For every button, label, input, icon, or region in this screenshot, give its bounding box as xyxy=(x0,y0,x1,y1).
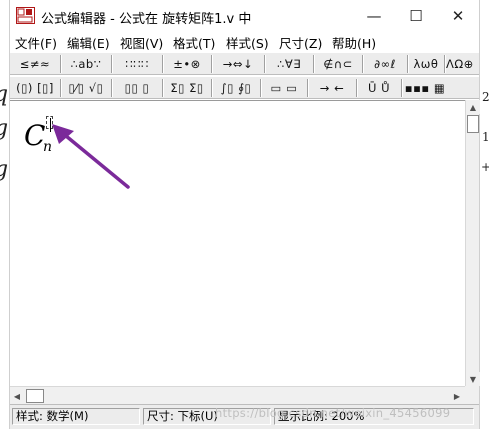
integral-templates-button[interactable]: ∫▯ ∮▯ xyxy=(215,78,257,98)
scroll-left-button[interactable]: ◀ xyxy=(10,389,24,403)
fence-templates-icon: (▯) [▯] xyxy=(16,81,54,95)
background-glyph: g xyxy=(0,157,8,182)
operators-palette-button[interactable]: ±•⊗ xyxy=(166,54,208,74)
vertical-scrollbar[interactable]: ▲ ▼ xyxy=(465,100,480,386)
title-bar[interactable]: 公式编辑器 - 公式在 旋转矩阵1.v 中 — ☐ ✕ xyxy=(10,0,479,31)
background-glyph: g xyxy=(0,116,8,141)
labeled-arrow-templates-button[interactable]: → ← xyxy=(311,78,353,98)
menu-bar: 文件(F) 编辑(E) 视图(V) 格式(T) 样式(S) 尺寸(Z) 帮助(H… xyxy=(10,31,479,51)
scroll-up-button[interactable]: ▲ xyxy=(466,100,480,114)
arrows-palette-button[interactable]: →⇔↓ xyxy=(215,54,261,74)
logic-icon: ∴∀∃ xyxy=(277,57,301,71)
spaces-ellipses-icon: ∴ab∵ xyxy=(70,57,102,71)
maximize-button[interactable]: ☐ xyxy=(395,0,437,31)
labeled-arrow-icon: → ← xyxy=(319,81,345,95)
arrows-icon: →⇔↓ xyxy=(222,57,254,71)
subscript-superscript-templates-button[interactable]: ▯▯ ▯ xyxy=(115,78,159,98)
horizontal-scrollbar[interactable]: ◀ ▶ xyxy=(10,386,465,404)
operators-icon: ±•⊗ xyxy=(173,57,201,71)
greek-lowercase-icon: λωθ xyxy=(413,57,439,71)
background-glyph: 2 xyxy=(482,90,489,104)
csdn-watermark: https://blog.csdn.net/weixin_45456099 xyxy=(215,406,451,420)
misc-symbols-palette-button[interactable]: ∂∞ℓ xyxy=(366,54,404,74)
menu-file[interactable]: 文件(F) xyxy=(15,33,57,52)
toolbar-divider xyxy=(307,79,309,97)
toolbar-divider xyxy=(356,79,358,97)
status-style: 样式: 数学(M) xyxy=(12,408,140,425)
relations-palette-button[interactable]: ≤≠≈ xyxy=(13,54,57,74)
products-set-templates-button[interactable]: Ū Ů xyxy=(360,78,398,98)
toolbar-divider xyxy=(60,79,62,97)
matrix-templates-button[interactable]: ▪▪▪ ▦ xyxy=(405,78,445,98)
toolbar-divider xyxy=(111,55,113,73)
misc-symbols-icon: ∂∞ℓ xyxy=(374,57,396,71)
toolbar-divider xyxy=(211,55,213,73)
background-glyph: q xyxy=(0,82,8,107)
products-set-icon: Ū Ů xyxy=(368,81,390,95)
embellishments-icon: ∷∷∷ xyxy=(125,57,149,71)
menu-help[interactable]: 帮助(H) xyxy=(332,33,376,52)
vertical-scroll-thumb[interactable] xyxy=(467,115,479,133)
scrollbar-corner xyxy=(465,386,479,404)
greek-upper-palette-button[interactable]: ΛΩ⊕ xyxy=(446,54,479,74)
fraction-radical-templates-button[interactable]: ▯⁄▯ √▯ xyxy=(64,78,108,98)
underbar-overbar-templates-button[interactable]: ▭ ▭ xyxy=(264,78,304,98)
menu-edit[interactable]: 编辑(E) xyxy=(67,33,110,52)
fraction-radical-icon: ▯⁄▯ √▯ xyxy=(68,81,104,95)
greek-lower-palette-button[interactable]: λωθ xyxy=(411,54,441,74)
symbol-palette-toolbar: ≤≠≈ ∴ab∵ ∷∷∷ ±•⊗ →⇔↓ ∴∀∃ ∉∩⊂ ∂∞ℓ λωθ ΛΩ⊕ xyxy=(10,52,479,75)
toolbar-divider xyxy=(162,55,164,73)
menu-style[interactable]: 样式(S) xyxy=(226,33,269,52)
minimize-button[interactable]: — xyxy=(353,0,395,31)
summation-icon: Σ▯ Σ▯ xyxy=(170,81,204,95)
scroll-down-button[interactable]: ▼ xyxy=(466,372,480,386)
menu-view[interactable]: 视图(V) xyxy=(120,33,163,52)
toolbar-divider xyxy=(264,55,266,73)
set-theory-icon: ∉∩⊂ xyxy=(323,57,353,71)
toolbar-divider xyxy=(401,79,403,97)
annotation-arrow-icon xyxy=(52,124,130,189)
close-button[interactable]: ✕ xyxy=(437,0,479,31)
equation-editor-window: 公式编辑器 - 公式在 旋转矩阵1.v 中 — ☐ ✕ 文件(F) 编辑(E) … xyxy=(9,0,480,429)
template-palette-toolbar: (▯) [▯] ▯⁄▯ √▯ ▯▯ ▯ Σ▯ Σ▯ ∫▯ ∮▯ ▭ ▭ → ← … xyxy=(10,76,479,99)
scroll-right-button[interactable]: ▶ xyxy=(450,389,464,403)
scroll-up-arrow-icon: ▲ xyxy=(469,102,477,112)
underbar-overbar-icon: ▭ ▭ xyxy=(270,81,298,95)
relations-icon: ≤≠≈ xyxy=(19,57,51,71)
minimize-icon: — xyxy=(366,6,382,25)
toolbar-divider xyxy=(211,79,213,97)
toolbar-divider xyxy=(313,55,315,73)
formula-editing-area[interactable]: C n xyxy=(10,100,465,386)
menu-size[interactable]: 尺寸(Z) xyxy=(279,33,322,52)
background-document-right: 2 1 + xyxy=(480,0,489,429)
fence-templates-button[interactable]: (▯) [▯] xyxy=(13,78,57,98)
set-theory-palette-button[interactable]: ∉∩⊂ xyxy=(317,54,359,74)
horizontal-scroll-thumb[interactable] xyxy=(26,389,44,403)
toolbar-divider xyxy=(111,79,113,97)
toolbar-divider xyxy=(407,55,409,73)
toolbar-divider xyxy=(260,79,262,97)
scroll-right-arrow-icon: ▶ xyxy=(453,391,461,401)
embellishments-palette-button[interactable]: ∷∷∷ xyxy=(115,54,159,74)
spaces-ellipses-palette-button[interactable]: ∴ab∵ xyxy=(64,54,108,74)
maximize-icon: ☐ xyxy=(409,6,423,25)
logic-palette-button[interactable]: ∴∀∃ xyxy=(268,54,310,74)
scroll-left-arrow-icon: ◀ xyxy=(13,391,21,401)
window-title: 公式编辑器 - 公式在 旋转矩阵1.v 中 xyxy=(41,12,252,27)
toolbar-divider xyxy=(60,55,62,73)
background-glyph: + xyxy=(481,160,489,174)
scroll-down-arrow-icon: ▼ xyxy=(469,374,477,384)
equation-editor-app-icon xyxy=(16,7,35,24)
menu-format[interactable]: 格式(T) xyxy=(173,33,215,52)
close-icon: ✕ xyxy=(451,6,465,25)
matrix-icon: ▪▪▪ ▦ xyxy=(404,81,446,95)
toolbar-divider xyxy=(362,55,364,73)
toolbar-divider xyxy=(162,79,164,97)
summation-templates-button[interactable]: Σ▯ Σ▯ xyxy=(166,78,208,98)
greek-uppercase-icon: ΛΩ⊕ xyxy=(446,57,474,71)
background-document-left: q g g xyxy=(0,0,9,429)
integral-icon: ∫▯ ∮▯ xyxy=(220,81,252,95)
background-glyph: 1 xyxy=(482,130,489,144)
subscript-superscript-icon: ▯▯ ▯ xyxy=(124,81,150,95)
